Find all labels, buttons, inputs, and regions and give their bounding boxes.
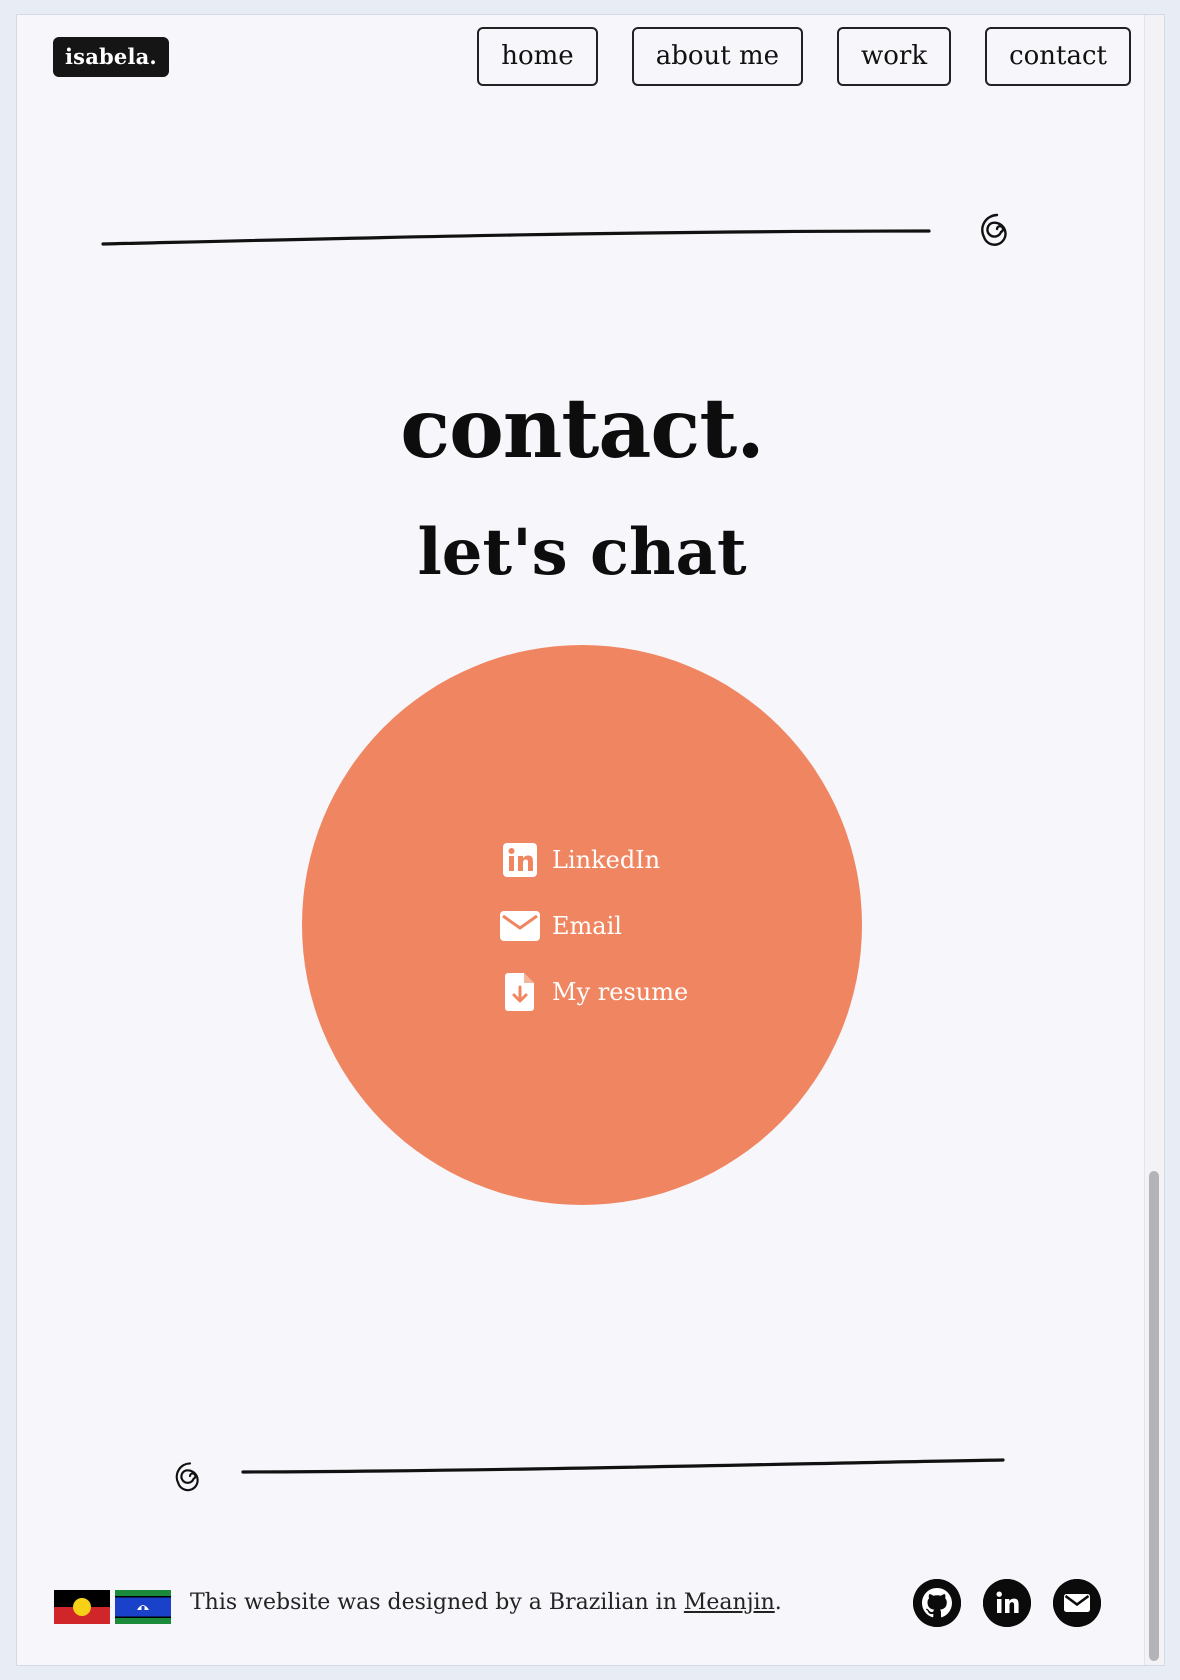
bottom-divider-line <box>241 1458 1005 1474</box>
file-download-icon <box>500 973 540 1011</box>
resume-link[interactable]: My resume <box>500 973 689 1011</box>
scrollbar-track[interactable] <box>1144 15 1164 1665</box>
email-label: Email <box>552 912 622 940</box>
flags <box>54 1590 171 1624</box>
meanjin-link[interactable]: Meanjin <box>684 1590 775 1615</box>
contact-circle: LinkedIn Email My resume <box>302 645 862 1205</box>
torres-strait-islander-flag <box>115 1590 171 1624</box>
envelope-icon[interactable] <box>1053 1579 1101 1627</box>
top-divider-line <box>101 229 931 246</box>
github-icon[interactable] <box>913 1579 961 1627</box>
spiral-icon <box>981 213 1007 246</box>
footer-credit-suffix: . <box>774 1590 782 1615</box>
linkedin-link[interactable]: LinkedIn <box>500 843 688 877</box>
page-subtitle: let's chat <box>417 515 747 590</box>
scrollbar-thumb[interactable] <box>1149 1171 1159 1661</box>
page-title: contact. <box>400 381 765 477</box>
page: isabela. home about me work contact cont… <box>16 14 1165 1666</box>
linkedin-label: LinkedIn <box>552 846 661 874</box>
contact-links: LinkedIn Email My resume <box>500 843 689 1011</box>
envelope-icon <box>500 911 540 941</box>
footer-credit-text: This website was designed by a Brazilian… <box>190 1590 684 1615</box>
footer-credit: This website was designed by a Brazilian… <box>190 1590 782 1615</box>
linkedin-icon <box>500 843 540 877</box>
footer-socials <box>913 1579 1101 1627</box>
aboriginal-flag <box>54 1590 110 1624</box>
linkedin-icon[interactable] <box>983 1579 1031 1627</box>
resume-label: My resume <box>552 978 689 1006</box>
email-link[interactable]: Email <box>500 909 688 943</box>
